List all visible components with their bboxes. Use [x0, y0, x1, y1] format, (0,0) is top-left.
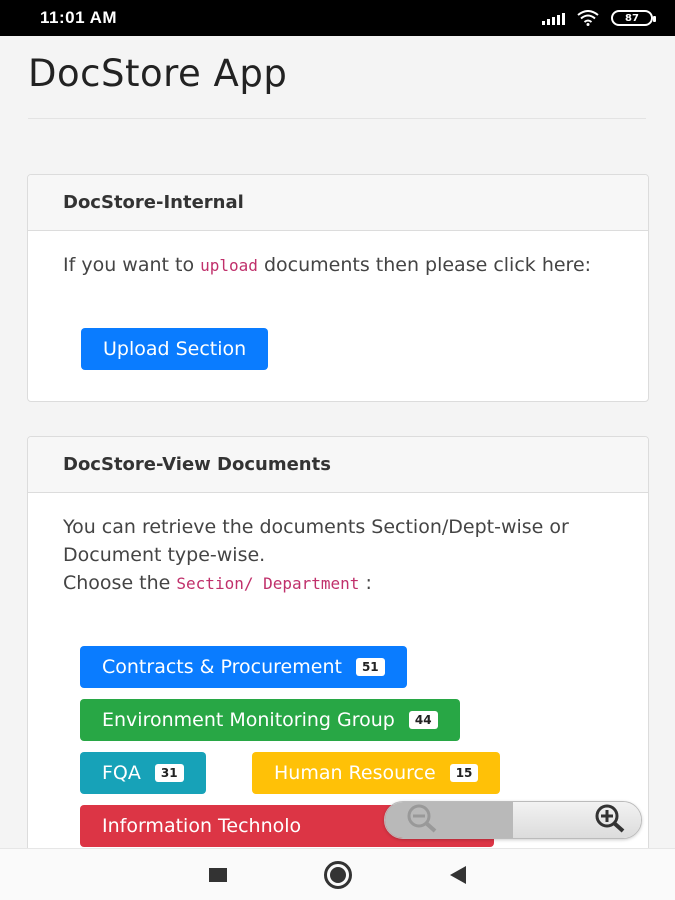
status-icons: 87	[542, 10, 656, 26]
count-badge: 44	[408, 711, 438, 729]
internal-card-text: If you want to upload documents then ple…	[63, 251, 613, 280]
internal-card-body: If you want to upload documents then ple…	[28, 231, 648, 300]
dept-label: Human Resource	[274, 762, 436, 784]
zoom-in-icon	[591, 803, 631, 837]
title-divider	[28, 118, 646, 119]
internal-text-after: documents then please click here:	[257, 254, 592, 276]
internal-card-header: DocStore-Internal	[28, 175, 648, 231]
dept-label: Information Technolo	[102, 815, 302, 837]
zoom-out-button[interactable]	[385, 802, 513, 838]
count-badge: 15	[449, 764, 479, 782]
zoom-control	[384, 801, 642, 839]
status-time: 11:01 AM	[40, 8, 118, 27]
status-bar: 11:01 AM 87	[0, 0, 675, 36]
section-department-code: Section/ Department	[176, 574, 360, 593]
count-badge: 51	[355, 658, 385, 676]
internal-text-before: If you want to	[63, 254, 201, 276]
battery-icon: 87	[611, 10, 656, 26]
upload-section-button[interactable]: Upload Section	[81, 328, 269, 370]
page-title: DocStore App	[28, 52, 288, 95]
internal-card: DocStore-Internal If you want to upload …	[27, 174, 649, 402]
zoom-out-icon	[397, 803, 445, 837]
count-badge: 31	[154, 764, 184, 782]
view-card-header: DocStore-View Documents	[28, 437, 648, 493]
back-icon[interactable]	[450, 865, 467, 884]
view-card-body: You can retrieve the documents Section/D…	[28, 493, 648, 618]
view-card-text: You can retrieve the documents Section/D…	[63, 516, 569, 566]
navigation-bar	[0, 848, 675, 900]
battery-level: 87	[625, 12, 639, 24]
dept-button-contracts[interactable]: Contracts & Procurement 51	[80, 646, 407, 688]
choose-prefix: Choose the	[63, 572, 177, 594]
zoom-in-button[interactable]	[513, 802, 641, 838]
dept-button-environment[interactable]: Environment Monitoring Group 44	[80, 699, 460, 741]
choose-suffix: :	[359, 572, 372, 594]
upload-code: upload	[200, 256, 258, 275]
dept-label: FQA	[102, 762, 141, 784]
dept-label: Environment Monitoring Group	[102, 709, 395, 731]
home-icon[interactable]	[324, 860, 353, 889]
choose-text: Choose the Section/ Department :	[63, 569, 613, 598]
dept-button-fqa[interactable]: FQA 31	[80, 752, 206, 794]
wifi-icon	[577, 10, 599, 26]
signal-icon	[542, 11, 565, 25]
recent-apps-icon[interactable]	[208, 867, 227, 882]
dept-label: Contracts & Procurement	[102, 656, 342, 678]
dept-button-human-resource[interactable]: Human Resource 15	[252, 752, 501, 794]
